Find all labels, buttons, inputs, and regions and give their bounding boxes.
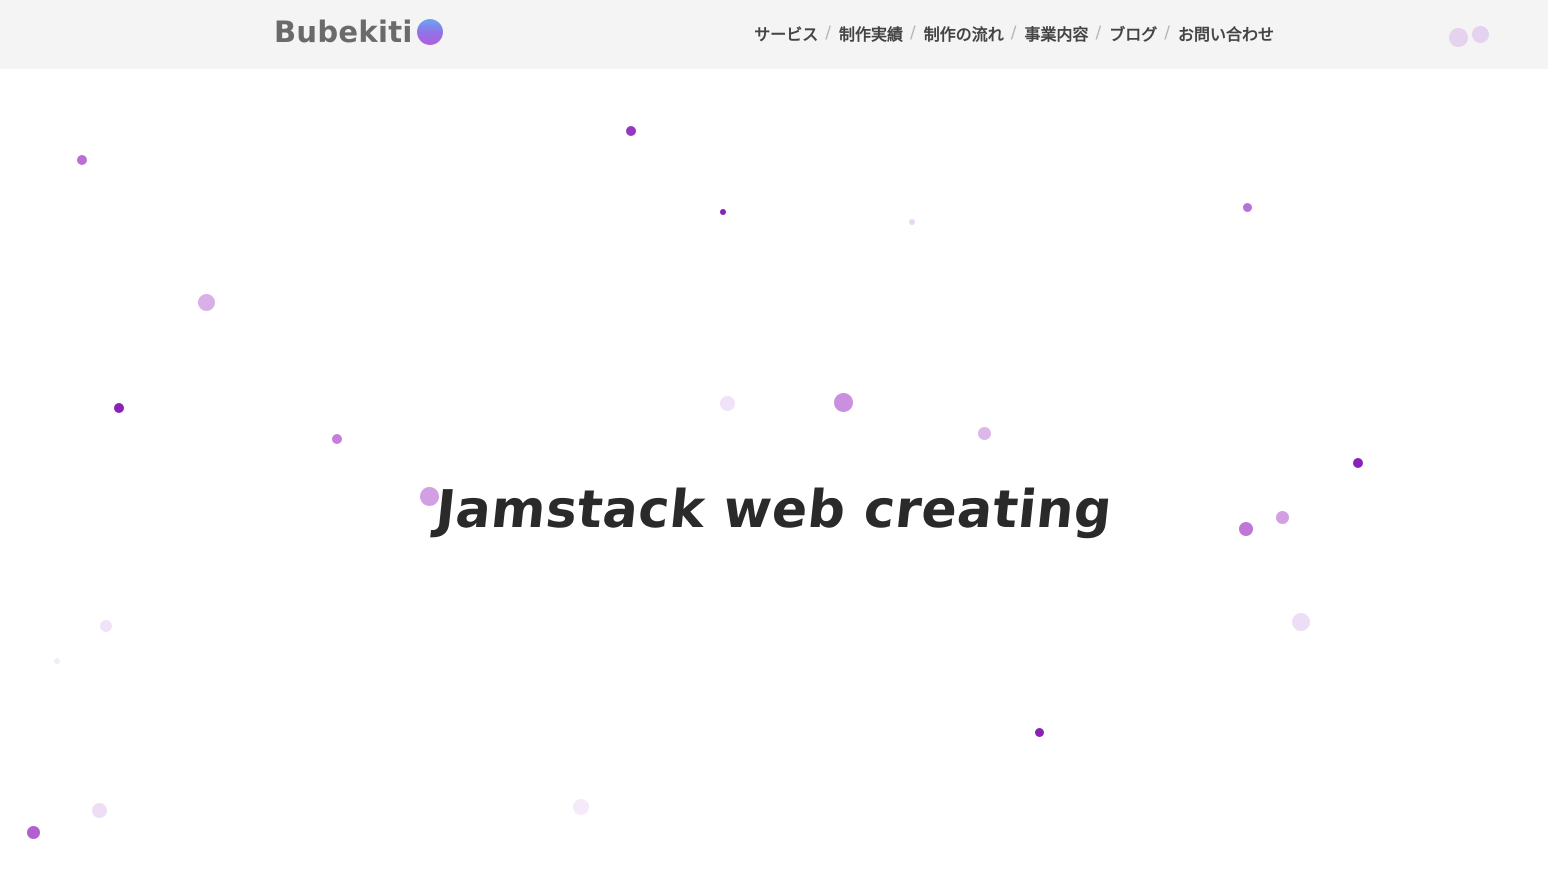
particle-dot (1292, 613, 1310, 631)
logo-text: Bubekiti (274, 15, 413, 49)
particle-dot (197, 293, 215, 311)
menu-dot (1472, 26, 1489, 43)
particle-dot (1242, 202, 1252, 212)
logo-orb-icon (416, 19, 443, 45)
menu-dot (1449, 28, 1468, 47)
particle-dot (54, 658, 60, 664)
nav-item-services[interactable]: サービス (754, 21, 818, 45)
nav-separator: / (1164, 23, 1170, 43)
particle-dot (77, 155, 87, 165)
nav-separator: / (1095, 23, 1102, 43)
particle-dot (1353, 458, 1363, 468)
particle-dot (1034, 727, 1044, 737)
particle-dot (332, 434, 342, 444)
nav-separator: / (825, 23, 831, 43)
nav-item-business[interactable]: 事業内容 (1024, 21, 1088, 45)
particle-dot (626, 126, 636, 136)
particle-dot (114, 403, 124, 413)
nav-item-blog[interactable]: ブログ (1109, 21, 1157, 45)
site-logo[interactable]: Bubekiti (274, 14, 443, 50)
nav-item-contact[interactable]: お問い合わせ (1178, 21, 1274, 45)
nav-item-process[interactable]: 制作の流れ (924, 21, 1004, 45)
nav-separator: / (1010, 23, 1017, 43)
particle-dot (977, 426, 991, 440)
main-nav: サービス / 制作実績 / 制作の流れ / 事業内容 / ブログ / お問い合わ… (754, 20, 1274, 46)
particle-dot (909, 219, 915, 225)
particle-background (0, 0, 1548, 884)
particle-dot (100, 620, 112, 632)
particle-dot (720, 209, 726, 215)
particle-dot (573, 799, 589, 815)
menu-dots-icon[interactable] (1449, 25, 1499, 49)
particle-dot (91, 802, 107, 818)
hero-title: Jamstack web creating (432, 480, 1116, 540)
site-header: Bubekiti サービス / 制作実績 / 制作の流れ / 事業内容 / ブロ… (0, 0, 1548, 69)
particle-dot (833, 392, 853, 412)
nav-separator: / (910, 23, 916, 43)
particle-dot (719, 395, 735, 411)
nav-item-works[interactable]: 制作実績 (839, 21, 903, 45)
particle-dot (26, 825, 40, 839)
